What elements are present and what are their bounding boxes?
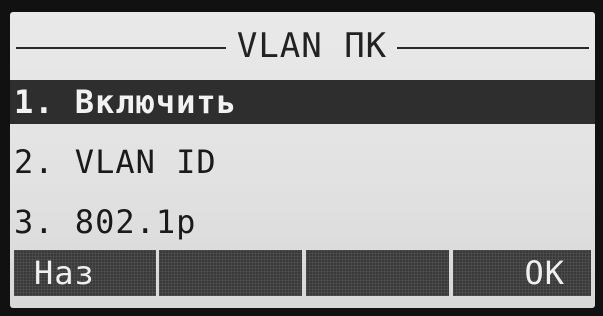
title-bar: VLAN ПК xyxy=(10,26,595,66)
softkey-bar: Наз OK xyxy=(10,250,595,296)
lcd-screen: VLAN ПК 1. Включить 2. VLAN ID 3. 802.1p… xyxy=(10,12,595,308)
softkey-2[interactable] xyxy=(159,250,302,296)
menu-item-vlan-id[interactable]: 2. VLAN ID xyxy=(10,140,595,184)
menu-item-802-1p[interactable]: 3. 802.1p xyxy=(10,200,595,244)
page-title: VLAN ПК xyxy=(236,26,388,66)
title-divider-right xyxy=(397,47,589,49)
menu-item-enable[interactable]: 1. Включить xyxy=(10,80,595,124)
phone-bezel: VLAN ПК 1. Включить 2. VLAN ID 3. 802.1p… xyxy=(0,0,603,316)
ok-softkey[interactable]: OK xyxy=(453,250,591,296)
back-softkey[interactable]: Наз xyxy=(14,250,156,296)
softkey-3[interactable] xyxy=(306,250,449,296)
title-divider-left xyxy=(16,47,226,49)
